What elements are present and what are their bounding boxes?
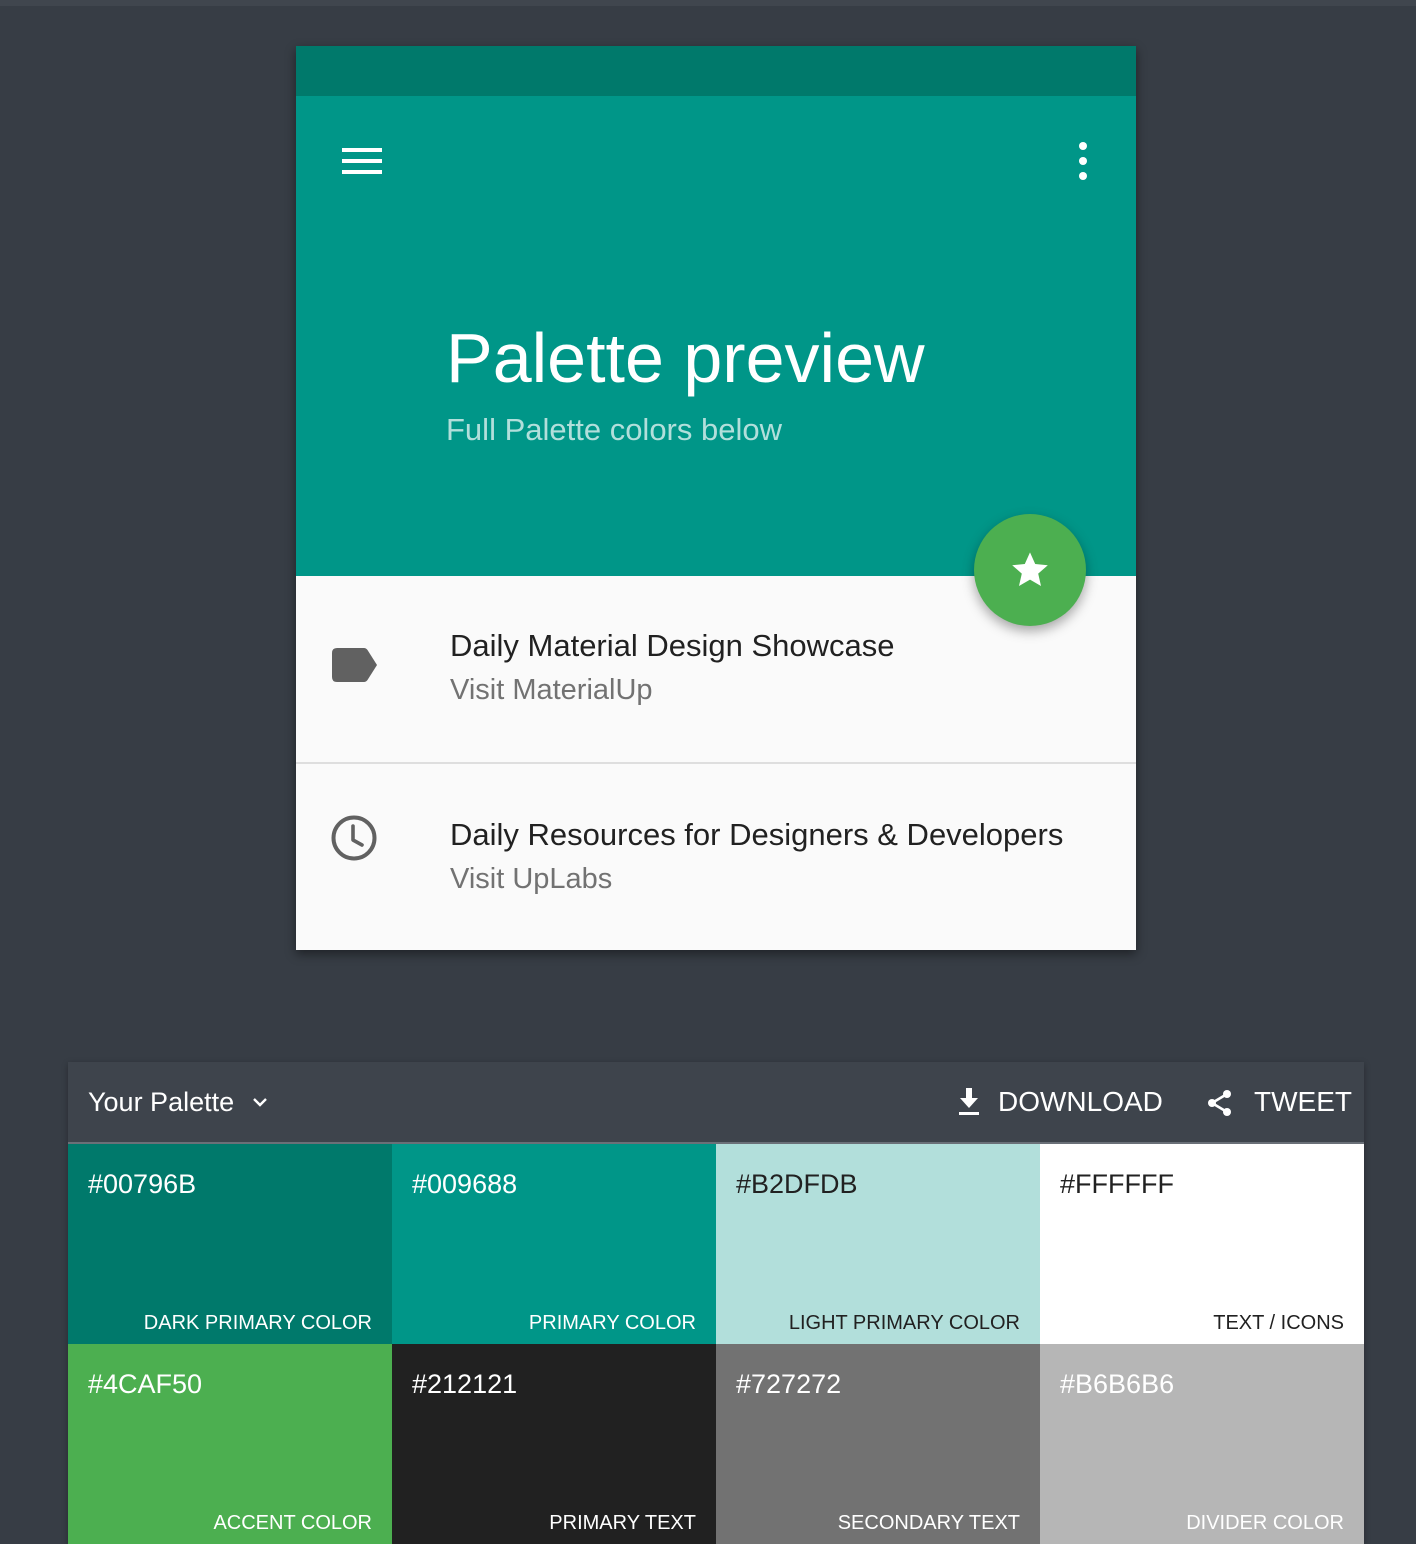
swatch-hex: #B2DFDB [736,1169,858,1199]
swatch-hex: #009688 [412,1169,518,1199]
hamburger-menu-icon [342,148,382,174]
swatch-name: PRIMARY COLOR [528,1312,696,1334]
list-item-title: Daily Material Design Showcase [450,628,895,663]
more-vert-icon [1079,142,1087,180]
swatch-accent[interactable]: #4CAF50 ACCENT COLOR [68,1344,392,1544]
menu-button[interactable] [332,136,392,186]
palette-preview-card: Palette preview Full Palette colors belo… [296,46,1136,950]
palette-panel: Your Palette DOWNLOAD TWEET #00796B DARK… [68,1062,1364,1544]
swatch-hex: #FFFFFF [1060,1169,1174,1199]
swatch-name: DIVIDER COLOR [1186,1512,1344,1534]
swatch-name: TEXT / ICONS [1213,1312,1344,1334]
label-icon [332,648,377,682]
list-item-uplabs[interactable]: Daily Resources for Designers & Develope… [296,763,1136,950]
preview-title: Palette preview [446,319,925,397]
swatch-name: SECONDARY TEXT [837,1512,1020,1534]
swatch-hex: #4CAF50 [88,1369,203,1399]
swatch-dark-primary[interactable]: #00796B DARK PRIMARY COLOR [68,1144,392,1344]
swatch-grid: #00796B DARK PRIMARY COLOR #009688 PRIMA… [68,1144,1364,1544]
download-button[interactable]: DOWNLOAD [958,1082,1168,1122]
list-item-title: Daily Resources for Designers & Develope… [450,817,1064,852]
status-bar [296,46,1136,96]
swatch-divider[interactable]: #B6B6B6 DIVIDER COLOR [1040,1344,1364,1544]
swatch-hex: #00796B [88,1169,197,1199]
window-top-edge [0,0,1416,6]
swatch-light-primary[interactable]: #B2DFDB LIGHT PRIMARY COLOR [716,1144,1040,1344]
swatch-primary[interactable]: #009688 PRIMARY COLOR [392,1144,716,1344]
preview-subtitle: Full Palette colors below [446,412,782,447]
download-label: DOWNLOAD [998,1086,1163,1117]
swatch-text-icons[interactable]: #FFFFFF TEXT / ICONS [1040,1144,1364,1344]
list-item-subtitle: Visit UpLabs [450,863,613,895]
swatch-name: DARK PRIMARY COLOR [143,1312,372,1334]
swatch-name: PRIMARY TEXT [549,1512,696,1534]
swatch-hex: #B6B6B6 [1060,1369,1175,1399]
share-icon [1208,1090,1231,1116]
swatch-primary-text[interactable]: #212121 PRIMARY TEXT [392,1344,716,1544]
list-item-subtitle: Visit MaterialUp [450,674,653,706]
clock-icon [331,815,377,861]
chevron-down-icon [253,1098,267,1107]
favorite-fab-button[interactable] [974,514,1086,626]
swatch-hex: #212121 [412,1369,518,1399]
star-icon [1012,552,1048,586]
swatch-secondary-text[interactable]: #727272 SECONDARY TEXT [716,1344,1040,1544]
tweet-button[interactable]: TWEET [1206,1082,1356,1122]
more-options-button[interactable] [1066,136,1106,186]
tweet-label: TWEET [1254,1086,1352,1117]
palette-dropdown-label: Your Palette [88,1087,235,1117]
palette-header: Your Palette DOWNLOAD TWEET [68,1062,1364,1142]
swatch-name: LIGHT PRIMARY COLOR [788,1312,1020,1334]
swatch-hex: #727272 [736,1369,842,1399]
download-icon [959,1088,979,1115]
swatch-name: ACCENT COLOR [213,1512,372,1534]
app-bar: Palette preview Full Palette colors belo… [296,96,1136,576]
